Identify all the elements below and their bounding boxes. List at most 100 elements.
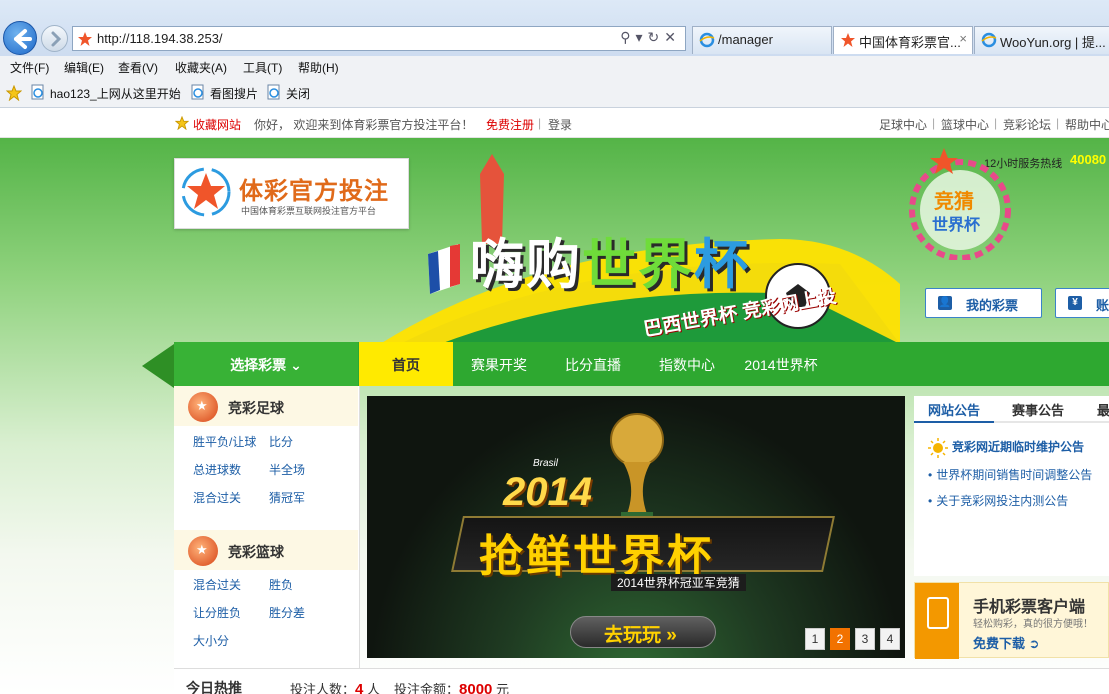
today-hot-bar: 今日热推 投注人数：4 人 投注金额：8000 元 [174, 668, 1109, 694]
lottery-star-logo-icon [181, 167, 231, 217]
address-bar[interactable]: http://118.194.38.253/ ⚲▾↻✕ [72, 26, 686, 51]
menu-file[interactable]: 文件(F) [10, 59, 49, 76]
nav-index-center[interactable]: 指数中心 [642, 342, 732, 386]
svg-text:世界杯: 世界杯 [932, 215, 981, 234]
search-icon[interactable]: ⚲ [620, 29, 635, 45]
bookmark-star-icon [175, 116, 189, 130]
basketball-title: 竞彩篮球 [228, 544, 284, 560]
tab-lottery[interactable]: 中国体育彩票官... × [833, 26, 973, 54]
close-icon[interactable]: × [959, 31, 967, 46]
basketball-header[interactable]: 竞彩篮球 [174, 530, 358, 570]
site-favicon-icon [78, 32, 92, 46]
fav-close[interactable]: 关闭 [266, 84, 310, 102]
my-tickets-label: 我的彩票 [966, 298, 1019, 313]
link-guess-champion[interactable]: 猜冠军 [269, 489, 305, 506]
fav-image-search[interactable]: 看图搜片 [190, 84, 258, 102]
menu-favorites[interactable]: 收藏夹(A) [175, 59, 227, 76]
link-bb-margin[interactable]: 胜分差 [269, 604, 305, 621]
tab-site-notice[interactable]: 网站公告 [928, 400, 980, 419]
link-bb-win-lose[interactable]: 胜负 [269, 576, 293, 593]
free-download-link[interactable]: 免费下载 ➲ [973, 633, 1040, 652]
welcome-text: 你好， 欢迎来到体育彩票官方投注平台！ [254, 118, 474, 132]
favorites-star-icon[interactable] [6, 85, 22, 101]
divider: | [932, 116, 936, 130]
link-score[interactable]: 比分 [269, 433, 293, 450]
football-center-link[interactable]: 足球中心 [879, 116, 927, 133]
link-bb-over-under[interactable]: 大小分 [193, 632, 229, 649]
football-header[interactable]: 竞彩足球 [174, 386, 358, 426]
fav-hao123[interactable]: hao123_上网从这里开始 [30, 84, 181, 102]
tab-latest[interactable]: 最 [1097, 400, 1109, 419]
stop-icon[interactable]: ✕ [664, 29, 681, 45]
site-favicon-icon [841, 33, 855, 47]
link-half-full[interactable]: 半全场 [269, 461, 305, 478]
today-hot-title: 今日热推 [186, 680, 242, 694]
back-button[interactable] [3, 21, 37, 55]
page-icon [267, 84, 280, 100]
announcement-item[interactable]: 竞彩网近期临时维护公告 [928, 438, 1084, 458]
nav-live-scores[interactable]: 比分直播 [548, 342, 638, 386]
tab-underline-active [914, 421, 994, 423]
nav-home[interactable]: 首页 [359, 342, 453, 386]
announcement-item[interactable]: 关于竞彩网投注内测公告 [928, 492, 1068, 509]
link-win-draw-lose[interactable]: 胜平负/让球 [193, 433, 256, 450]
account-button[interactable]: ¥ 账 [1055, 288, 1109, 318]
logo-subtitle: 中国体育彩票互联网投注官方平台 [241, 206, 377, 216]
link-bb-handicap[interactable]: 让分胜负 [193, 604, 241, 621]
announcement-item[interactable]: 世界杯期间销售时间调整公告 [928, 466, 1092, 483]
amount-label: 投注金额： [394, 682, 460, 694]
menu-edit[interactable]: 编辑(E) [64, 59, 104, 76]
tab-manager[interactable]: /manager [692, 26, 832, 54]
tab-match-notice[interactable]: 赛事公告 [1012, 400, 1064, 419]
tab-label: 中国体育彩票官... [859, 35, 961, 50]
ie-icon [699, 32, 715, 48]
tab-label: WooYun.org | 提... [1000, 35, 1106, 50]
nav-arrow-decoration [142, 344, 174, 388]
my-tickets-button[interactable]: 👤 我的彩票 [925, 288, 1042, 318]
address-actions[interactable]: ⚲▾↻✕ [620, 29, 681, 46]
carousel-page-3[interactable]: 3 [855, 628, 875, 650]
mobile-client-promo[interactable]: 手机彩票客户端 轻松购彩，真的很方便哦！ 免费下载 ➲ [914, 582, 1109, 659]
carousel-year: 2014 [503, 470, 592, 514]
lottery-sidebar: 竞彩足球 胜平负/让球 比分 总进球数 半全场 混合过关 猜冠军 竞彩篮球 混合… [174, 386, 360, 694]
forward-button[interactable] [41, 25, 68, 52]
link-bb-mixed-parlay[interactable]: 混合过关 [193, 576, 241, 593]
world-cup-trophy-icon [610, 413, 664, 524]
amount-stat: 投注金额：8000 元 [394, 679, 509, 694]
link-mixed-parlay[interactable]: 混合过关 [193, 489, 241, 506]
login-link[interactable]: 登录 [548, 116, 572, 133]
main-nav: 选择彩票 ⌄ 首页 赛果开奖 比分直播 指数中心 2014世界杯 [174, 342, 1109, 386]
page-icon [31, 84, 44, 100]
link-total-goals[interactable]: 总进球数 [193, 461, 241, 478]
help-center-link[interactable]: 帮助中心 [1065, 116, 1109, 133]
register-link[interactable]: 免费注册 [486, 116, 534, 133]
svg-text:竞猜: 竞猜 [934, 189, 974, 213]
promo-carousel[interactable]: Brasil 2014 抢鲜世界杯 2014世界杯冠亚军竞猜 去玩玩 » 1 2… [367, 396, 905, 658]
tab-wooyun[interactable]: WooYun.org | 提... [974, 26, 1109, 54]
banner-headline-b: 世界 [582, 235, 694, 295]
banner-headline-c: 杯 [694, 235, 750, 295]
select-lottery-dropdown[interactable]: 选择彩票 ⌄ [174, 342, 358, 386]
carousel-page-4[interactable]: 4 [880, 628, 900, 650]
bookmark-site-link[interactable]: 收藏网站 [193, 116, 241, 133]
nav-results[interactable]: 赛果开奖 [454, 342, 544, 386]
nav-world-cup[interactable]: 2014世界杯 [736, 342, 826, 386]
logo-title: 体彩官方投注 [239, 178, 389, 205]
divider: | [994, 116, 998, 130]
menu-help[interactable]: 帮助(H) [298, 59, 339, 76]
favorites-bar: hao123_上网从这里开始 看图搜片 关闭 [0, 80, 1109, 108]
carousel-page-1[interactable]: 1 [805, 628, 825, 650]
carousel-page-2[interactable]: 2 [830, 628, 850, 650]
menu-view[interactable]: 查看(V) [118, 59, 158, 76]
tab-label: /manager [718, 32, 773, 47]
dropdown-icon[interactable]: ▾ [636, 29, 648, 45]
refresh-icon[interactable]: ↻ [648, 29, 665, 45]
address-url[interactable]: http://118.194.38.253/ [97, 31, 223, 46]
world-cup-guess-logo-icon: 竞猜 世界杯 [909, 148, 1011, 260]
menu-tools[interactable]: 工具(T) [243, 59, 282, 76]
basketball-center-link[interactable]: 篮球中心 [941, 116, 989, 133]
amount-unit: 元 [496, 682, 510, 694]
play-now-button[interactable]: 去玩玩 » [570, 616, 716, 648]
forum-link[interactable]: 竞彩论坛 [1003, 116, 1051, 133]
site-logo[interactable]: 体彩官方投注 中国体育彩票互联网投注官方平台 [174, 158, 409, 229]
